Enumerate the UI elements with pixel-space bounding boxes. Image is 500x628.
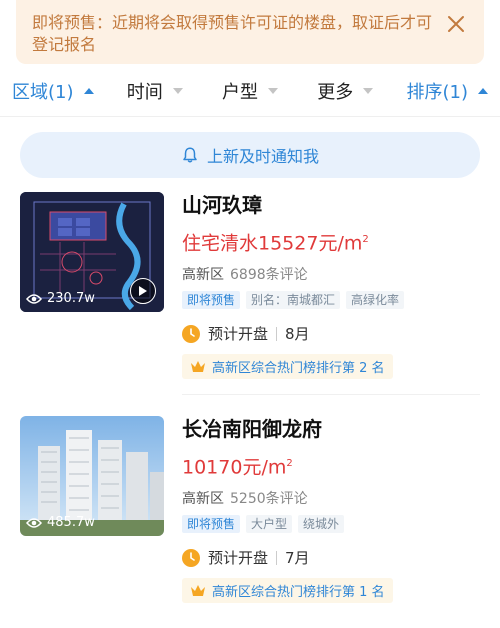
ranking-text: 高新区综合热门榜排行第 2 名 [212, 361, 385, 377]
listing-info: 长冶南阳御龙府 10170元/m2 高新区 5250条评论 即将预售 大户型 绕城… [182, 416, 480, 604]
notice-text: 即将预售：近期将会取得预售许可证的楼盘，取证后才可登记报名 [32, 13, 433, 54]
tag-layout: 大户型 [246, 515, 293, 534]
caret-down-icon [268, 88, 278, 94]
filter-region-label: 区域(1) [12, 82, 74, 103]
ranking-badge[interactable]: 高新区综合热门榜排行第 1 名 [182, 578, 393, 604]
opening-label: 预计开盘 [208, 325, 269, 344]
price-unit-superscript: 2 [362, 234, 369, 245]
review-count: 6898条评论 [230, 267, 308, 284]
opening-month: 8月 [285, 325, 310, 344]
play-video-button[interactable] [130, 278, 156, 304]
separator [276, 550, 278, 565]
district: 高新区 [182, 267, 224, 284]
close-icon[interactable] [444, 12, 468, 36]
caret-down-icon [172, 88, 183, 94]
play-icon [139, 286, 147, 296]
filter-sort[interactable]: 排序(1) [393, 74, 500, 108]
filter-sort-label: 排序(1) [406, 82, 469, 103]
listing-price: 10170元/m2 [182, 452, 480, 479]
bell-icon [183, 147, 197, 163]
filter-layout[interactable]: 户型 [202, 74, 297, 108]
tag-feature: 高绿化率 [346, 291, 405, 310]
presale-notice-banner: 即将预售：近期将会取得预售许可证的楼盘，取证后才可登记报名 [16, 0, 484, 64]
listing-name[interactable]: 长冶南阳御龙府 [182, 416, 480, 442]
view-count: 230.7w [26, 291, 95, 306]
filter-time[interactable]: 时间 [107, 74, 202, 108]
caret-up-icon [83, 88, 94, 94]
listing-info: 山河玖璋 住宅清水15527元/m2 高新区 6898条评论 即将预售 别名：南城… [182, 192, 480, 380]
ranking-badge[interactable]: 高新区综合热门榜排行第 2 名 [182, 354, 393, 380]
caret-down-icon [363, 88, 374, 94]
filter-more-label: 更多 [317, 82, 354, 103]
view-count-text: 485.7w [47, 515, 95, 530]
clock-icon [182, 548, 200, 567]
filter-region[interactable]: 区域(1) [0, 74, 107, 108]
tag-presale: 即将预售 [182, 515, 241, 534]
listing-name[interactable]: 山河玖璋 [182, 192, 480, 218]
price-text: 住宅清水15527元/m [182, 232, 363, 255]
filter-more[interactable]: 更多 [298, 74, 393, 108]
opening-label: 预计开盘 [208, 549, 269, 568]
crown-icon [191, 584, 205, 596]
review-count: 5250条评论 [230, 491, 308, 508]
tag-presale: 即将预售 [182, 291, 241, 310]
view-count: 485.7w [26, 515, 95, 530]
separator [276, 326, 278, 341]
opening-month: 7月 [285, 549, 310, 568]
view-count-text: 230.7w [47, 291, 95, 306]
opening-info: 预计开盘 7月 [182, 547, 480, 568]
tag-location: 绕城外 [298, 515, 345, 534]
caret-up-icon [478, 88, 489, 94]
card-divider [182, 394, 480, 395]
listing-meta: 高新区 5250条评论 [182, 489, 480, 509]
notify-me-button[interactable]: 上新及时通知我 [20, 132, 480, 178]
listing-price: 住宅清水15527元/m2 [182, 228, 480, 255]
tag-alias: 别名：南城都汇 [246, 291, 341, 310]
clock-icon [182, 324, 200, 343]
filter-bar: 区域(1) 时间 户型 更多 排序(1) [0, 74, 500, 108]
price-unit-superscript: 2 [286, 458, 293, 469]
price-text: 10170元/m [182, 456, 287, 479]
filter-time-label: 时间 [126, 82, 163, 103]
ranking-text: 高新区综合热门榜排行第 1 名 [212, 585, 385, 601]
district: 高新区 [182, 491, 224, 508]
tag-list: 即将预售 大户型 绕城外 [182, 515, 480, 534]
crown-icon [191, 360, 205, 372]
eye-icon [26, 517, 42, 528]
listing-card[interactable]: 230.7w 山河玖璋 住宅清水15527元/m2 高新区 6898条评论 即将预… [20, 192, 480, 392]
listing-thumbnail[interactable]: 485.7w [20, 416, 164, 536]
listing-thumbnail[interactable]: 230.7w [20, 192, 164, 312]
filter-layout-label: 户型 [222, 82, 258, 103]
listing-meta: 高新区 6898条评论 [182, 265, 480, 285]
eye-icon [26, 293, 42, 304]
tag-list: 即将预售 别名：南城都汇 高绿化率 [182, 291, 480, 310]
notify-me-label: 上新及时通知我 [206, 147, 319, 166]
filter-divider [0, 116, 500, 117]
opening-info: 预计开盘 8月 [182, 323, 480, 344]
listing-card[interactable]: 485.7w 长冶南阳御龙府 10170元/m2 高新区 5250条评论 即将预售… [20, 416, 480, 616]
